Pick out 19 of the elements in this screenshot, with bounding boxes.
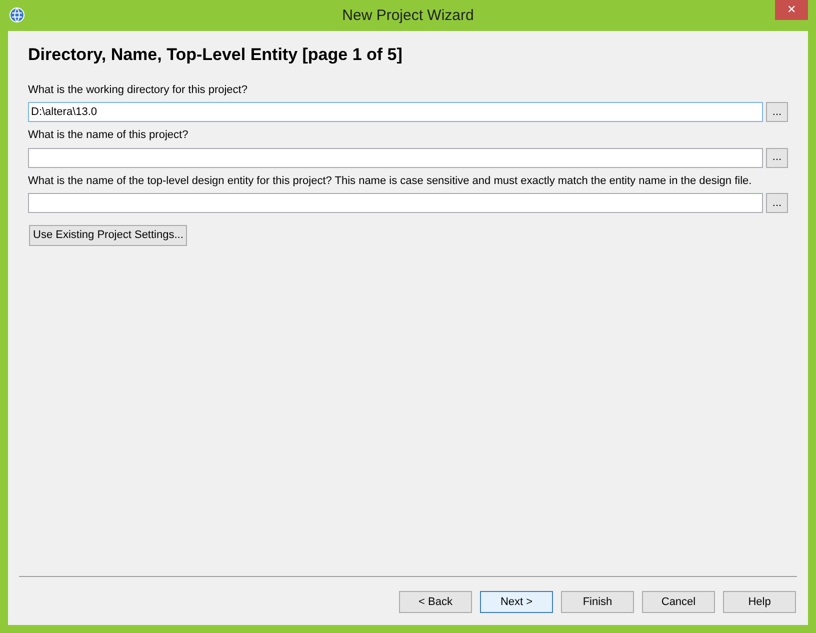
dialog-button[interactable]: Finish bbox=[561, 591, 634, 613]
text-field[interactable] bbox=[28, 148, 763, 168]
dialog-button[interactable]: Next > bbox=[480, 591, 553, 613]
window-title: New Project Wizard bbox=[342, 6, 474, 24]
close-button[interactable]: ✕ bbox=[775, 0, 808, 20]
page-heading: Directory, Name, Top-Level Entity [page 1 of 5] bbox=[28, 44, 404, 66]
dialog-button[interactable]: < Back bbox=[399, 591, 472, 613]
browse-button[interactable]: ... bbox=[766, 193, 788, 213]
text-field[interactable] bbox=[28, 193, 763, 213]
field-label: What is the working directory for this project? bbox=[28, 82, 248, 98]
field-label: What is the name of the top-level design entity for this project? This name is case sensitive and must exactly match the entity name in the design file. bbox=[28, 174, 753, 188]
browse-button[interactable]: ... bbox=[766, 102, 788, 122]
use-existing-settings-button[interactable]: Use Existing Project Settings... bbox=[29, 225, 188, 246]
browse-button[interactable]: ... bbox=[766, 148, 788, 168]
dialog-button[interactable]: Help bbox=[723, 591, 796, 613]
field-label: What is the name of this project? bbox=[28, 128, 190, 143]
dialog-button[interactable]: Cancel bbox=[642, 591, 715, 613]
globe-icon bbox=[9, 7, 25, 23]
text-field[interactable]: D:\altera\13.0 bbox=[28, 102, 763, 122]
